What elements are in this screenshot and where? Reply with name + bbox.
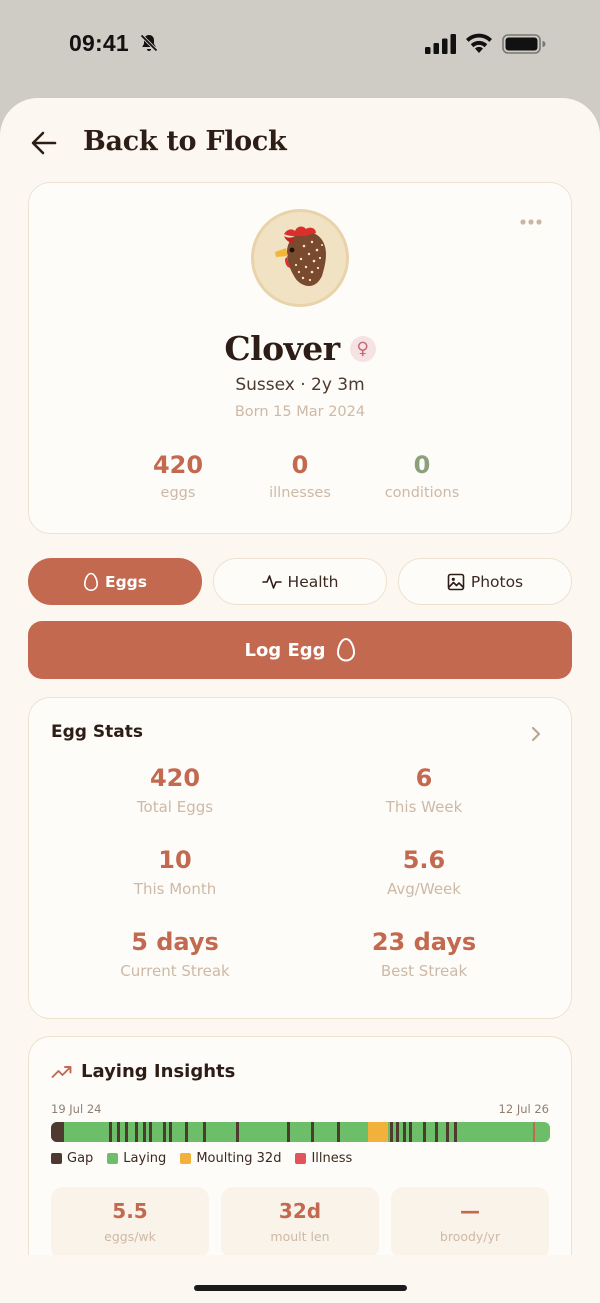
trending-up-icon (51, 1065, 72, 1078)
timeline-gap (409, 1122, 412, 1142)
stat-avg-week: 5.6 Avg/Week (387, 846, 461, 898)
timeline-gap (169, 1122, 172, 1142)
tab-health[interactable]: Health (213, 558, 387, 605)
legend-gap: Gap (51, 1151, 93, 1166)
bell-muted-icon (140, 34, 158, 52)
insight-tiles: 5.5 eggs/wk 32d moult len — broody/yr (51, 1187, 550, 1259)
timeline-gap (109, 1122, 112, 1142)
timeline-start-date: 19 Jul 24 (51, 1102, 102, 1116)
timeline-gap (390, 1122, 393, 1142)
chicken-avatar (251, 209, 349, 307)
illnesses-count: 0 illnesses (269, 451, 331, 501)
timeline-moulting (368, 1122, 388, 1142)
profile-stats: 420 eggs 0 illnesses 0 conditions (117, 451, 483, 511)
egg-stats-title: Egg Stats (51, 722, 143, 742)
cellular-signal-icon (425, 34, 456, 54)
image-icon (447, 573, 465, 590)
timeline-gap (117, 1122, 120, 1142)
stat-total-eggs: 420 Total Eggs (136, 764, 214, 816)
laying-timeline (51, 1122, 550, 1142)
pulse-icon (261, 574, 282, 589)
legend-illness: Illness (295, 1151, 352, 1166)
chicken-head-icon (275, 226, 326, 286)
timeline-gap (163, 1122, 166, 1142)
header: Back to Flock (0, 98, 600, 182)
status-time: 09:41 (69, 30, 129, 56)
timeline-gap (337, 1122, 340, 1142)
name-row: Clover ♀ (29, 323, 571, 373)
born-date: Born 15 Mar 2024 (234, 404, 366, 420)
insight-broody-per-year: — broody/yr (391, 1187, 549, 1259)
timeline-gap (454, 1122, 457, 1142)
insight-eggs-per-week: 5.5 eggs/wk (51, 1187, 209, 1259)
wifi-icon (466, 33, 492, 53)
chevron-right-icon[interactable] (529, 725, 543, 743)
chicken-name: Clover (224, 328, 340, 368)
more-options-icon[interactable] (519, 217, 543, 227)
battery-icon (502, 34, 546, 54)
back-to-flock-title[interactable]: Back to Flock (83, 126, 287, 157)
insights-title-row: Laying Insights (51, 1061, 235, 1082)
log-egg-button[interactable]: Log Egg (28, 621, 572, 679)
log-egg-label: Log Egg (244, 639, 326, 661)
timeline-gap (403, 1122, 406, 1142)
timeline-marker (533, 1122, 535, 1142)
tab-photos-label: Photos (470, 572, 524, 591)
timeline-gap (143, 1122, 146, 1142)
timeline-gap (423, 1122, 426, 1142)
stat-this-month: 10 This Month (133, 846, 217, 898)
tab-eggs-label: Eggs (104, 572, 147, 591)
legend-moulting-swatch (180, 1153, 192, 1164)
timeline-gap (311, 1122, 314, 1142)
timeline-gap (51, 1122, 64, 1142)
female-icon: ♀ (349, 336, 376, 362)
egg-icon (336, 637, 355, 662)
bottom-safe-area (0, 1255, 600, 1303)
conditions-count: 0 conditions (384, 451, 460, 501)
egg-icon (83, 572, 98, 591)
chicken-detail-sheet: Back to Flock Clover ♀ Sussex · 2y 3m Bo… (0, 98, 600, 1303)
tab-row: Eggs Health Photos (28, 558, 572, 605)
timeline-gap (203, 1122, 206, 1142)
timeline-gap (236, 1122, 239, 1142)
timeline-gap (287, 1122, 290, 1142)
timeline-gap (435, 1122, 438, 1142)
legend-laying-swatch (107, 1153, 119, 1164)
stat-best-streak: 23 days Best Streak (371, 928, 477, 980)
insights-title: Laying Insights (81, 1061, 236, 1082)
stat-current-streak: 5 days Current Streak (120, 928, 230, 980)
status-bar: 09:41 (0, 0, 600, 90)
legend-moulting: Moulting 32d (180, 1151, 281, 1166)
timeline-gap (149, 1122, 152, 1142)
legend-illness-swatch (295, 1153, 307, 1164)
timeline-gap (125, 1122, 128, 1142)
breed-age: Sussex · 2y 3m (235, 375, 365, 395)
timeline-gap (185, 1122, 188, 1142)
legend-gap-swatch (51, 1153, 62, 1164)
timeline-gap (446, 1122, 449, 1142)
home-indicator[interactable] (194, 1285, 407, 1291)
timeline-gap (396, 1122, 399, 1142)
timeline-end-date: 12 Jul 26 (498, 1102, 549, 1116)
timeline-gap (135, 1122, 138, 1142)
legend-laying: Laying (107, 1151, 166, 1166)
insight-moult-length: 32d moult len (221, 1187, 379, 1259)
tab-eggs[interactable]: Eggs (28, 558, 202, 605)
eggs-count: 420 eggs (152, 451, 204, 501)
stat-this-week: 6 This Week (385, 764, 463, 816)
tab-photos[interactable]: Photos (398, 558, 572, 605)
profile-card: Clover ♀ Sussex · 2y 3m Born 15 Mar 2024… (28, 182, 572, 534)
back-arrow-icon[interactable] (30, 130, 58, 156)
egg-stats-card[interactable]: Egg Stats 420 Total Eggs 6 This Week 10 … (28, 697, 572, 1019)
timeline-legend: Gap Laying Moulting 32d Illness (51, 1151, 352, 1166)
tab-health-label: Health (287, 572, 339, 591)
